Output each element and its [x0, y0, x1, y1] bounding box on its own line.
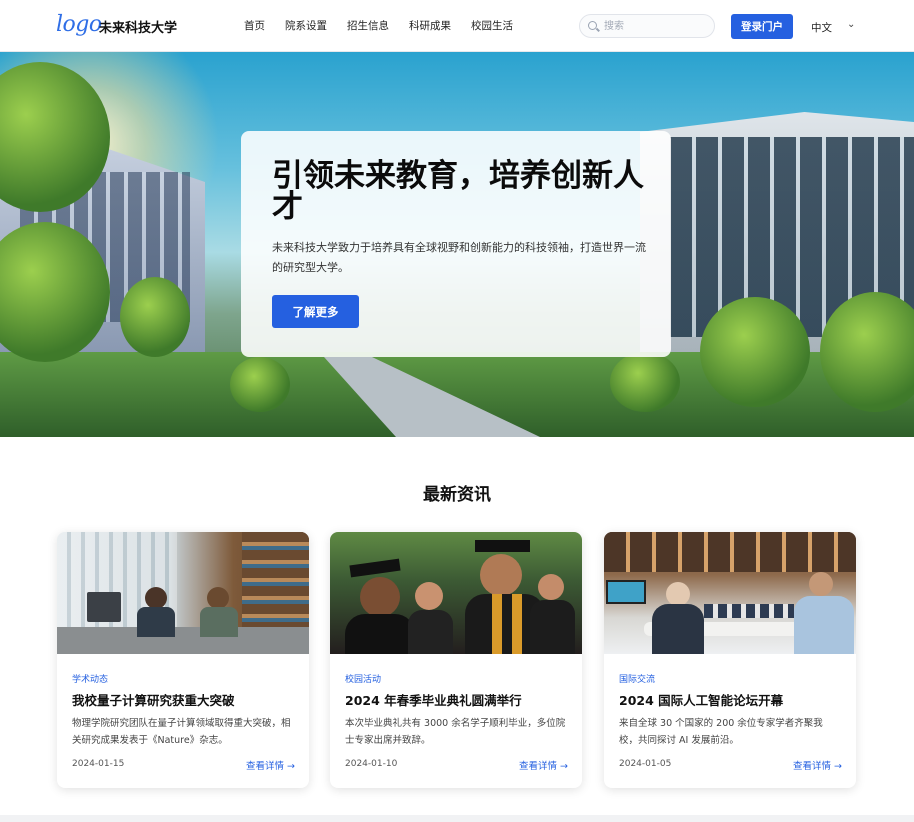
site-header: logo 未来科技大学 首页 院系设置 招生信息 科研成果 校园生活 登录门户 …: [0, 0, 914, 52]
news-description: 本次毕业典礼共有 3000 余名学子顺利毕业，多位院士专家出席并致辞。: [345, 718, 566, 746]
news-category: 国际交流: [619, 675, 656, 685]
news-title[interactable]: 2024 年春季毕业典礼圆满举行: [345, 690, 570, 709]
news-description: 来自全球 30 个国家的 200 余位专家学者齐聚我校，共同探讨 AI 发展前沿…: [619, 718, 823, 746]
nav-item-home[interactable]: 首页: [244, 18, 265, 33]
lab-photo: [57, 532, 309, 654]
brand-name[interactable]: 未来科技大学: [99, 17, 177, 36]
news-card[interactable]: 校园活动 2024 年春季毕业典礼圆满举行 本次毕业典礼共有 3000 余名学子…: [330, 532, 582, 788]
graduation-photo: [330, 532, 582, 654]
tree: [700, 297, 810, 407]
news-card[interactable]: 国际交流 2024 国际人工智能论坛开幕 来自全球 30 个国家的 200 余位…: [604, 532, 856, 788]
news-section-title: 最新资讯: [423, 485, 491, 505]
logo[interactable]: logo: [56, 12, 102, 37]
news-title[interactable]: 我校量子计算研究获重大突破: [72, 690, 297, 709]
news-description: 物理学院研究团队在量子计算领域取得重大突破，相关研究成果发表于《Nature》杂…: [72, 718, 291, 746]
search-input[interactable]: [604, 18, 704, 34]
footer-strip: [0, 815, 914, 822]
language-selector[interactable]: 中文: [811, 20, 832, 35]
news-date: 2024-01-15: [72, 759, 125, 769]
news-category: 校园活动: [345, 675, 382, 685]
nav-item-campus-life[interactable]: 校园生活: [471, 18, 513, 33]
view-details-link[interactable]: 查看详情 →: [793, 758, 842, 772]
nav-item-admissions[interactable]: 招生信息: [347, 18, 389, 33]
view-details-link[interactable]: 查看详情 →: [246, 758, 295, 772]
forum-photo: [604, 532, 856, 654]
view-details-link[interactable]: 查看详情 →: [519, 758, 568, 772]
hero-title: 引领未来教育，培养创新人才: [272, 158, 644, 225]
main-nav: 首页 院系设置 招生信息 科研成果 校园生活: [244, 18, 533, 33]
tree: [230, 357, 290, 412]
news-category: 学术动态: [72, 675, 109, 685]
learn-more-button[interactable]: 了解更多: [272, 295, 359, 328]
news-date: 2024-01-10: [345, 759, 398, 769]
login-portal-button[interactable]: 登录门户: [731, 14, 793, 39]
news-title[interactable]: 2024 国际人工智能论坛开幕: [619, 690, 844, 709]
nav-item-research[interactable]: 科研成果: [409, 18, 451, 33]
news-date: 2024-01-05: [619, 759, 672, 769]
search-box: [579, 14, 715, 38]
chevron-down-icon[interactable]: ⌄: [847, 19, 855, 30]
tree: [120, 277, 190, 357]
news-card[interactable]: 学术动态 我校量子计算研究获重大突破 物理学院研究团队在量子计算领域取得重大突破…: [57, 532, 309, 788]
tree: [610, 352, 680, 412]
hero-description: 未来科技大学致力于培养具有全球视野和创新能力的科技领袖，打造世界一流的研究型大学…: [272, 241, 646, 274]
nav-item-departments[interactable]: 院系设置: [285, 18, 327, 33]
search-icon: [588, 21, 597, 30]
